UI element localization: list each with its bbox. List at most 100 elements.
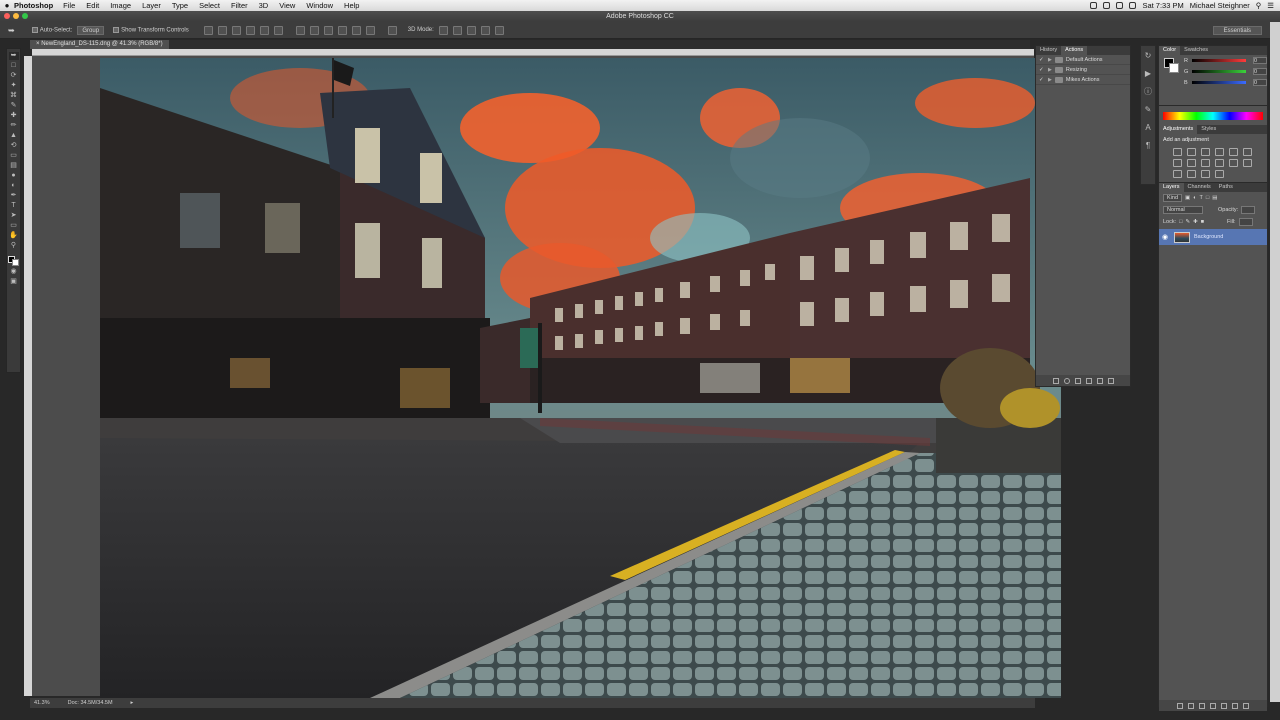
filter-type-icon[interactable]: T (1200, 195, 1203, 201)
3d-scale-icon[interactable] (494, 25, 504, 35)
distribute-left-icon[interactable] (337, 25, 347, 35)
expand-arrow-icon[interactable]: ▸ (131, 700, 134, 706)
posterize-icon[interactable] (1173, 170, 1182, 178)
path-select-tool-icon[interactable]: ➤ (9, 212, 19, 220)
group-select[interactable]: Group (77, 25, 105, 35)
color-panel-swatches[interactable] (1164, 58, 1179, 73)
history-panel-icon[interactable]: ↻ (1144, 52, 1153, 60)
distribute-right-icon[interactable] (365, 25, 375, 35)
red-slider[interactable] (1192, 59, 1246, 62)
filter-shape-icon[interactable]: □ (1206, 195, 1209, 201)
menu-edit[interactable]: Edit (86, 1, 99, 10)
kind-filter-select[interactable]: Kind (1163, 194, 1183, 202)
canvas-area[interactable] (32, 56, 1061, 698)
align-bottom-icon[interactable] (231, 25, 241, 35)
menu-image[interactable]: Image (110, 1, 131, 10)
auto-select-checkbox[interactable]: Auto-Select: (31, 26, 72, 33)
move-tool-icon[interactable]: ➥ (8, 26, 15, 35)
fill-input[interactable] (1238, 218, 1253, 226)
menu-window[interactable]: Window (306, 1, 333, 10)
vertical-ruler[interactable] (24, 56, 32, 696)
clock[interactable]: Sat 7:33 PM (1142, 1, 1183, 10)
bluetooth-icon[interactable] (1103, 2, 1111, 9)
quick-select-tool-icon[interactable]: ✦ (9, 82, 19, 90)
layer-name[interactable]: Background (1194, 234, 1223, 240)
wifi-icon[interactable] (1090, 2, 1098, 9)
3d-drag-icon[interactable] (466, 25, 476, 35)
color-spectrum-bar[interactable] (1163, 112, 1263, 120)
new-layer-icon[interactable] (1232, 702, 1238, 709)
layer-thumbnail[interactable] (1174, 231, 1190, 243)
zoom-tool-icon[interactable]: ⚲ (9, 242, 19, 250)
user-name[interactable]: Michael Steighner (1190, 1, 1250, 10)
tab-color[interactable]: Color (1159, 46, 1181, 55)
tab-swatches[interactable]: Swatches (1180, 46, 1212, 55)
layer-style-icon[interactable] (1188, 702, 1194, 709)
tab-channels[interactable]: Channels (1184, 183, 1215, 192)
auto-align-icon[interactable] (387, 25, 397, 35)
move-tool-icon[interactable]: ➥ (8, 52, 19, 60)
menu-file[interactable]: File (63, 1, 75, 10)
layer-row[interactable]: ◉ Background (1159, 229, 1267, 245)
list-icon[interactable]: ☰ (1267, 1, 1274, 10)
lock-pixels-icon[interactable]: □ (1179, 219, 1182, 225)
zoom-level[interactable]: 41.3% (34, 700, 50, 706)
align-left-icon[interactable] (245, 25, 255, 35)
actions-panel-icon[interactable]: ▶ (1144, 70, 1153, 78)
minimize-window-button[interactable] (13, 13, 19, 19)
hue-saturation-icon[interactable] (1243, 148, 1252, 156)
check-icon[interactable]: ✓ (1039, 77, 1045, 83)
check-icon[interactable]: ✓ (1039, 57, 1045, 63)
green-value[interactable]: 0 (1253, 68, 1267, 75)
brush-panel-icon[interactable]: ✎ (1144, 106, 1153, 114)
trash-icon[interactable] (1107, 377, 1114, 384)
history-brush-tool-icon[interactable]: ⟲ (9, 142, 19, 150)
lasso-tool-icon[interactable]: ⟳ (9, 72, 19, 80)
menu-select[interactable]: Select (199, 1, 220, 10)
record-icon[interactable] (1063, 377, 1070, 384)
character-panel-icon[interactable]: A (1144, 124, 1153, 132)
tab-actions[interactable]: Actions (1061, 46, 1088, 55)
menu-view[interactable]: View (279, 1, 295, 10)
green-slider[interactable] (1192, 70, 1246, 73)
align-right-icon[interactable] (273, 25, 283, 35)
brightness-contrast-icon[interactable] (1173, 148, 1182, 156)
filter-smart-icon[interactable]: ▤ (1212, 195, 1217, 201)
play-icon[interactable] (1074, 377, 1081, 384)
brush-tool-icon[interactable]: ✏ (9, 122, 19, 130)
expand-triangle-icon[interactable]: ▶ (1048, 57, 1052, 63)
screen-mode-icon[interactable]: ▣ (9, 278, 19, 286)
eraser-tool-icon[interactable]: ▭ (9, 152, 19, 160)
apple-icon[interactable]: ● (0, 1, 14, 10)
background-color-swatch[interactable] (12, 259, 19, 266)
blue-slider[interactable] (1192, 81, 1246, 84)
action-set-row[interactable]: ✓ ▶ Mikes Actions (1036, 75, 1130, 85)
filter-adjustment-icon[interactable]: ◐ (1193, 195, 1196, 201)
type-tool-icon[interactable]: T (9, 202, 19, 210)
volume-icon[interactable] (1116, 2, 1124, 9)
zoom-window-button[interactable] (22, 13, 28, 19)
eyedropper-tool-icon[interactable]: ✎ (9, 102, 19, 110)
color-lookup-icon[interactable] (1229, 159, 1238, 167)
distribute-vcenter-icon[interactable] (309, 25, 319, 35)
marquee-tool-icon[interactable]: □ (9, 62, 19, 70)
lock-image-icon[interactable]: ✎ (1185, 219, 1190, 225)
lock-all-icon[interactable]: ■ (1201, 219, 1204, 225)
trash-icon[interactable] (1243, 702, 1249, 709)
red-value[interactable]: 0 (1253, 57, 1267, 64)
eye-icon[interactable]: ◉ (1162, 233, 1170, 241)
menu-help[interactable]: Help (344, 1, 359, 10)
search-icon[interactable]: ⚲ (1256, 1, 1262, 10)
levels-icon[interactable] (1187, 148, 1196, 156)
shape-tool-icon[interactable]: ▭ (9, 222, 19, 230)
tab-adjustments[interactable]: Adjustments (1159, 125, 1198, 134)
tab-history[interactable]: History (1036, 46, 1061, 55)
gradient-tool-icon[interactable]: ▤ (9, 162, 19, 170)
new-adjustment-icon[interactable] (1210, 702, 1216, 709)
paragraph-panel-icon[interactable]: ¶ (1144, 142, 1153, 150)
expand-triangle-icon[interactable]: ▶ (1048, 77, 1052, 83)
close-tab-icon[interactable]: × (36, 41, 40, 47)
workspace-switcher[interactable]: Essentials (1212, 26, 1262, 35)
add-mask-icon[interactable] (1199, 702, 1205, 709)
menu-3d[interactable]: 3D (259, 1, 269, 10)
